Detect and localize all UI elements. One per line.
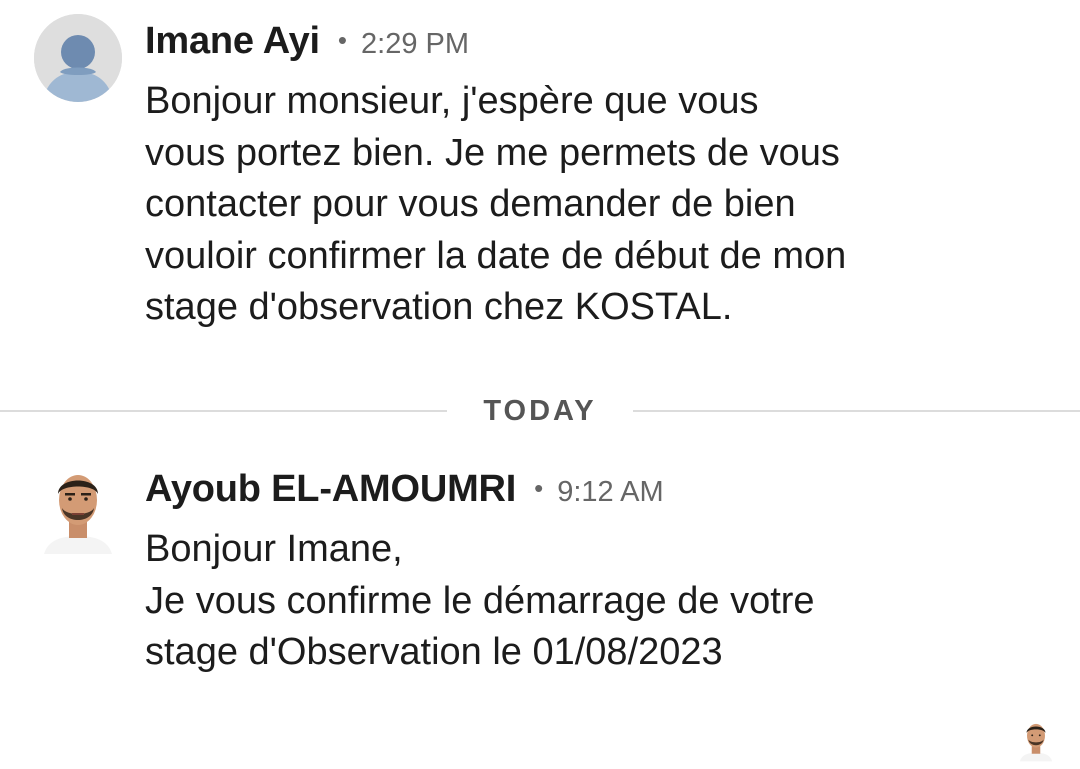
separator-dot: • — [337, 25, 348, 55]
profile-photo — [44, 475, 112, 554]
sender-name[interactable]: Ayoub EL-AMOUMRI — [145, 468, 516, 511]
separator-dot: • — [534, 473, 544, 503]
date-divider: TODAY — [0, 395, 1080, 427]
message-text: Bonjour monsieur, j'espère que vous vous… — [145, 80, 847, 328]
message-timestamp: 9:12 AM — [557, 476, 664, 508]
sender-name[interactable]: Imane Ayi — [145, 20, 320, 63]
profile-photo — [1019, 723, 1053, 762]
read-receipt-avatar — [1018, 716, 1054, 764]
message-header: Ayoub EL-AMOUMRI • 9:12 AM — [145, 468, 664, 511]
person-placeholder-icon — [34, 14, 122, 102]
message-timestamp: 2:29 PM — [361, 28, 470, 60]
date-divider-label: TODAY — [483, 395, 597, 427]
message-header: Imane Ayi • 2:29 PM — [145, 20, 469, 63]
divider-line — [633, 410, 1080, 412]
message-text: Bonjour Imane, Je vous confirme le démar… — [145, 528, 815, 673]
avatar[interactable] — [40, 464, 116, 554]
avatar[interactable] — [34, 14, 122, 102]
divider-line — [0, 410, 447, 412]
